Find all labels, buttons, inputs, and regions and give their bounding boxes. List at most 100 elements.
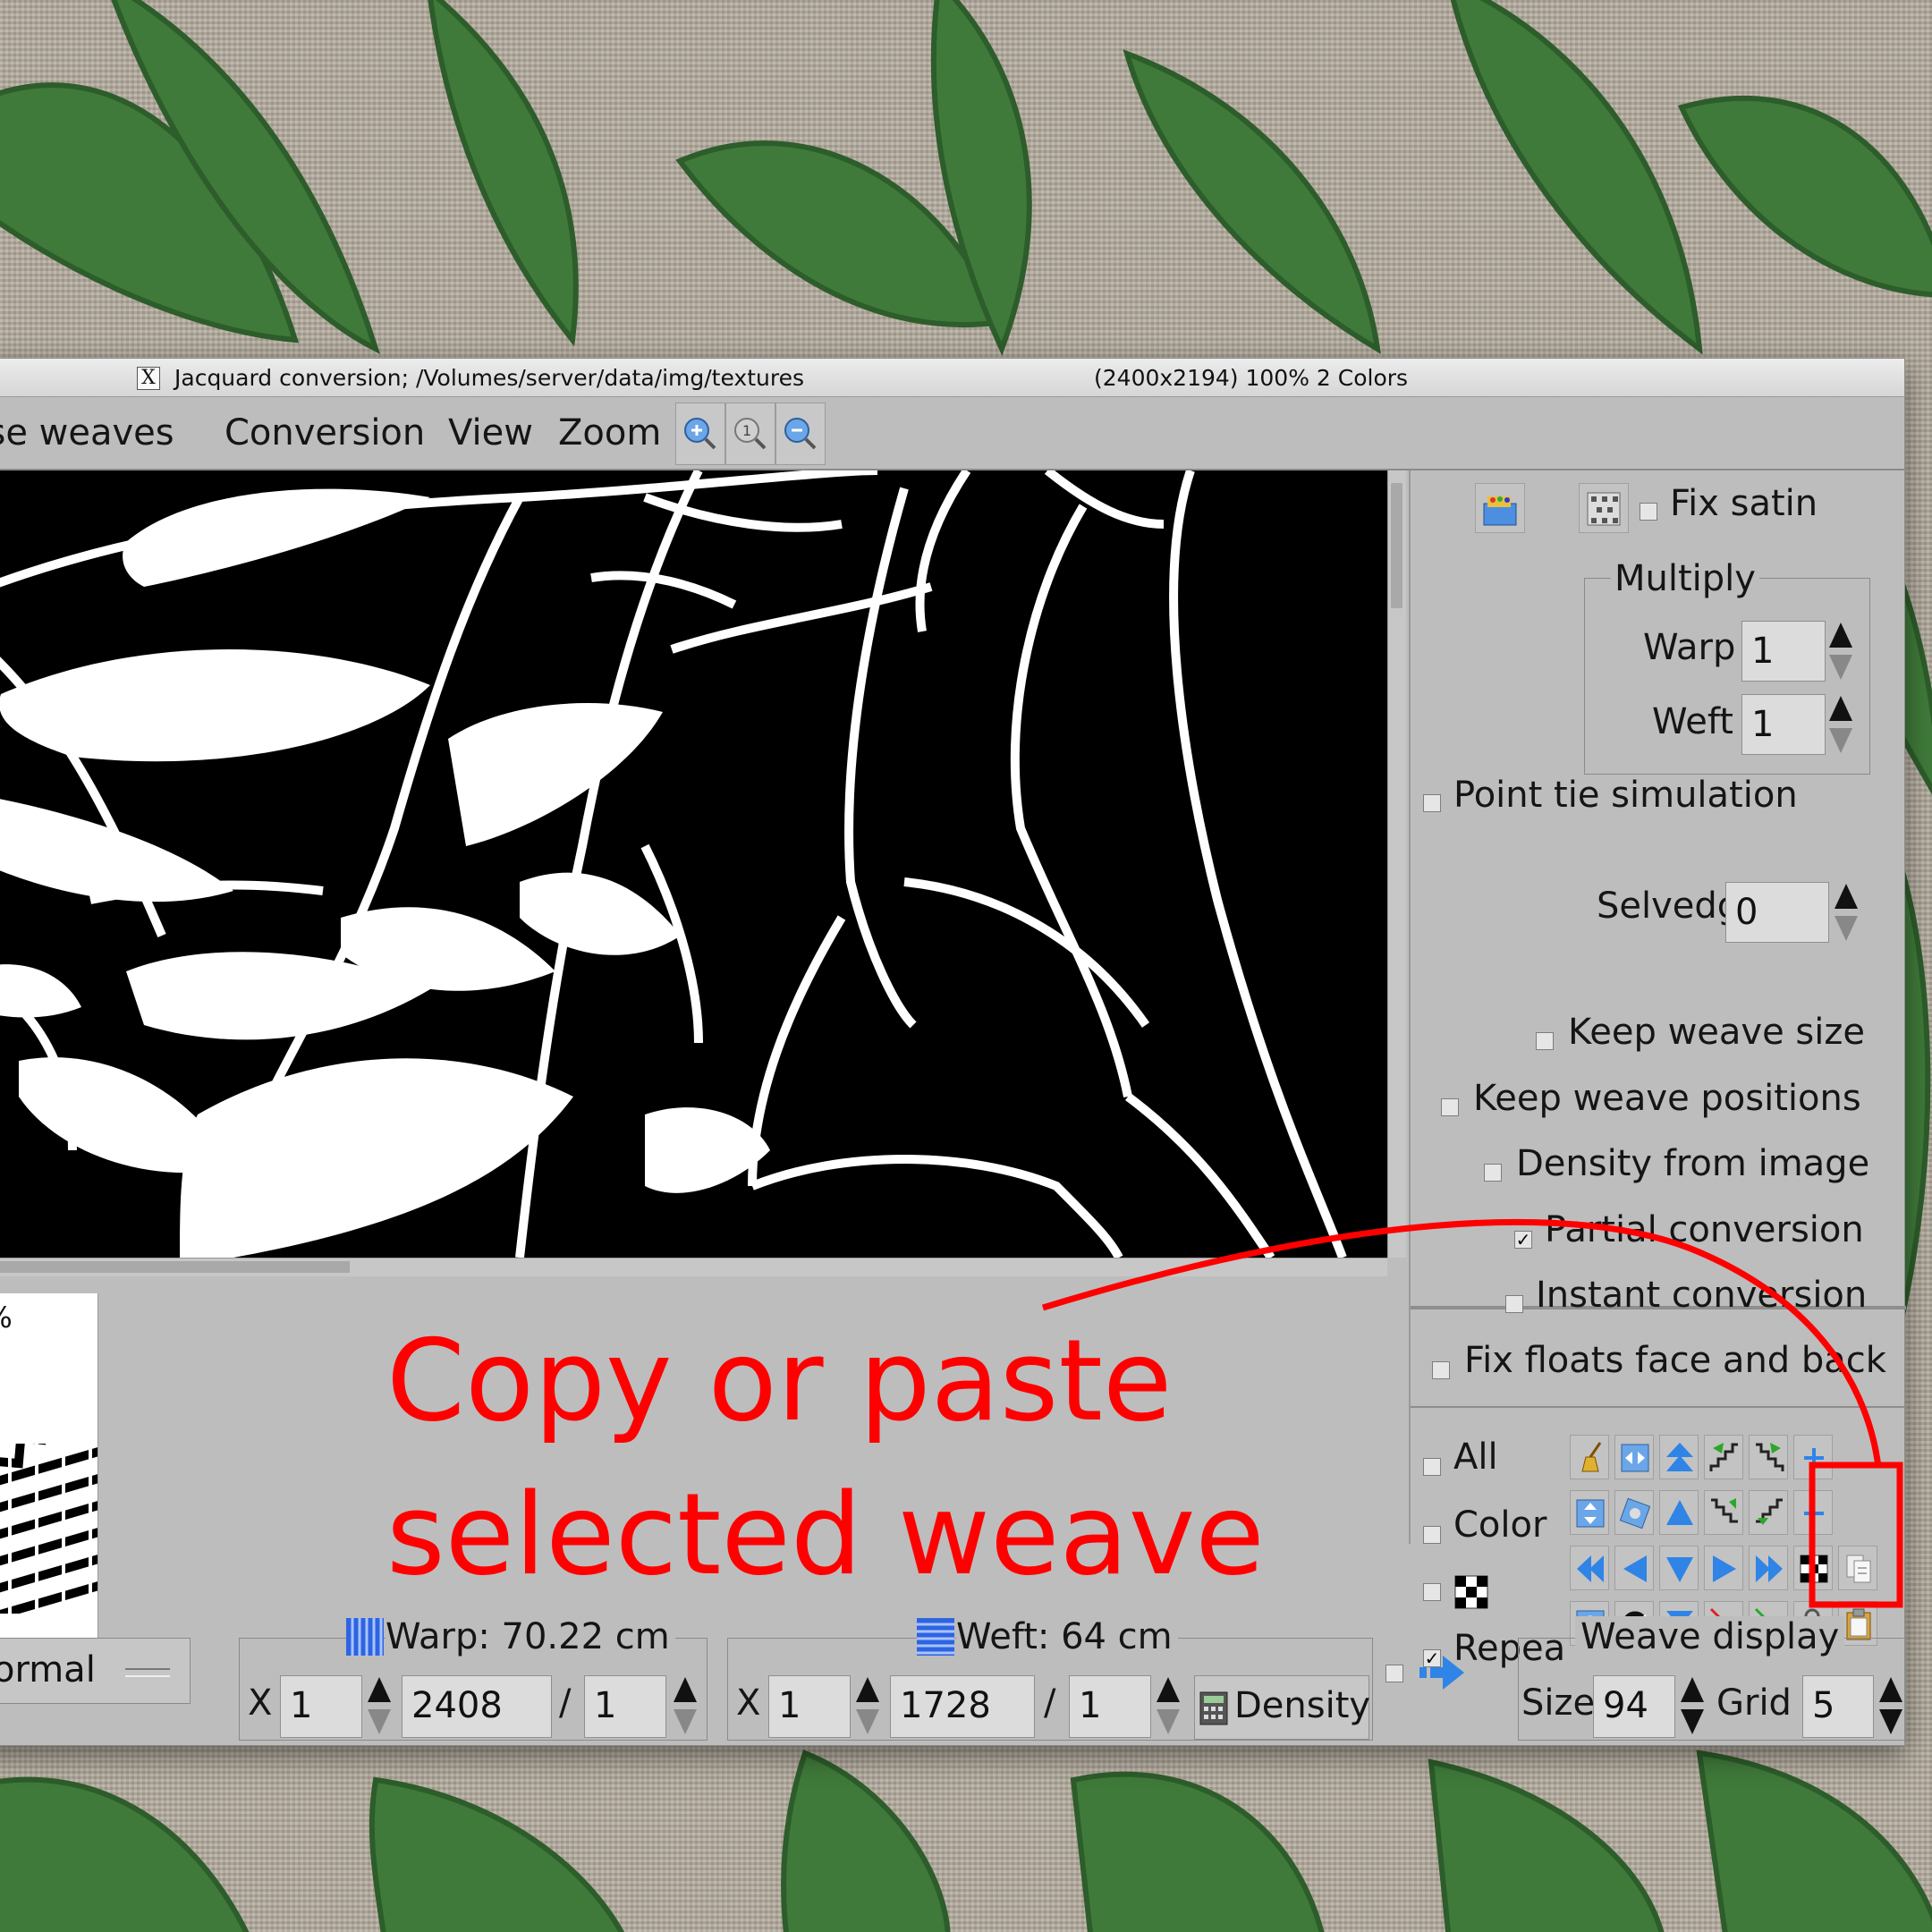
copy-weave-button[interactable] — [1838, 1546, 1877, 1590]
density-button[interactable]: Density — [1194, 1675, 1370, 1740]
flip-vertical-icon — [1576, 1499, 1605, 1528]
partial-conversion-label: Partial conversion — [1545, 1209, 1864, 1250]
clear-weave-button[interactable] — [1570, 1435, 1609, 1479]
multiply-warp-input[interactable]: 1 — [1741, 621, 1826, 682]
apply-checkbox[interactable] — [1385, 1665, 1403, 1682]
warp-length-label: Warp: 70.22 cm — [386, 1616, 675, 1657]
diagonal-up-button[interactable] — [1749, 1490, 1788, 1535]
warp-divisor-input[interactable]: 1 — [584, 1675, 666, 1738]
canvas-vertical-scrollbar[interactable] — [1387, 470, 1406, 1258]
zoom-out-button[interactable] — [775, 402, 826, 465]
preview-percent: 0% — [0, 1301, 13, 1335]
folder-icon — [1483, 496, 1517, 526]
keep-weave-size-label: Keep weave size — [1568, 1012, 1865, 1053]
warp-x-stepper[interactable] — [366, 1674, 393, 1738]
design-canvas[interactable] — [0, 470, 1387, 1258]
stair-up-button[interactable] — [1704, 1435, 1743, 1479]
diagonal-down-button[interactable] — [1704, 1490, 1743, 1535]
keep-weave-positions-checkbox[interactable] — [1441, 1098, 1459, 1116]
rotate-weave-button[interactable] — [1614, 1490, 1654, 1535]
weft-x-input[interactable]: 1 — [768, 1675, 851, 1738]
shift-right-button[interactable] — [1704, 1546, 1743, 1590]
vertical-scroll-thumb[interactable] — [1391, 483, 1402, 608]
shift-left-fast-button[interactable] — [1570, 1546, 1609, 1590]
menu-choose-weaves[interactable]: ose weaves — [0, 412, 174, 453]
minus-icon — [1804, 1512, 1824, 1515]
shift-up-fast-button[interactable] — [1659, 1435, 1699, 1479]
warp-x-input[interactable]: 1 — [280, 1675, 362, 1738]
double-arrow-up-icon — [1666, 1443, 1693, 1471]
keep-weave-size-checkbox[interactable] — [1536, 1032, 1554, 1050]
weave-size-input[interactable]: 94 — [1593, 1675, 1675, 1738]
paste-icon — [1846, 1608, 1871, 1640]
zigzag-weave-pattern — [0, 1444, 97, 1614]
weave-grid-button[interactable] — [1579, 483, 1629, 533]
select-handle — [125, 1668, 170, 1677]
zoom-reset-icon: 1 — [734, 418, 767, 450]
stair-left-icon — [1756, 1443, 1784, 1471]
point-tie-simulation-checkbox[interactable] — [1423, 794, 1441, 812]
menu-zoom[interactable]: Zoom — [558, 412, 661, 453]
svg-text:1: 1 — [742, 422, 751, 439]
weft-threads-icon — [917, 1618, 954, 1656]
horizontal-scroll-thumb[interactable] — [0, 1261, 350, 1273]
blend-mode-select[interactable]: ormal — [0, 1638, 191, 1704]
menu-conversion[interactable]: Conversion — [225, 412, 425, 453]
weft-divisor-stepper[interactable] — [1155, 1674, 1182, 1738]
image-info: (2400x2194) 100% 2 Colors — [1094, 365, 1409, 391]
weave-grid-label: Grid — [1716, 1682, 1792, 1724]
shift-up-button[interactable] — [1659, 1490, 1699, 1535]
arrow-left-icon — [1623, 1555, 1647, 1582]
remove-button[interactable] — [1793, 1490, 1833, 1535]
all-checkbox[interactable] — [1423, 1458, 1441, 1476]
multiply-warp-stepper[interactable] — [1827, 619, 1854, 683]
menu-view[interactable]: View — [448, 412, 533, 453]
weave-preview[interactable]: 0% — [0, 1293, 98, 1651]
partial-conversion-checkbox[interactable]: ✓ — [1514, 1231, 1532, 1249]
stair-right-icon — [1709, 1443, 1738, 1471]
zoom-out-icon — [784, 418, 817, 450]
weave-grid-input[interactable]: 5 — [1802, 1675, 1874, 1738]
instant-conversion-checkbox[interactable] — [1505, 1295, 1523, 1313]
selvedge-stepper[interactable] — [1833, 880, 1860, 945]
zoom-in-button[interactable] — [675, 402, 725, 465]
weft-x-stepper[interactable] — [854, 1674, 881, 1738]
weave-grid-stepper[interactable] — [1877, 1674, 1904, 1738]
title-bar: X Jacquard conversion; /Volumes/server/d… — [0, 359, 1904, 397]
canvas-horizontal-scrollbar[interactable] — [0, 1258, 1387, 1276]
checker-pattern-icon — [1800, 1555, 1828, 1583]
multiply-weft-stepper[interactable] — [1827, 692, 1854, 757]
checker-checkbox[interactable] — [1423, 1583, 1441, 1601]
warp-divisor-stepper[interactable] — [672, 1674, 699, 1738]
color-checkbox[interactable] — [1423, 1526, 1441, 1544]
shift-right-fast-button[interactable] — [1749, 1546, 1788, 1590]
stair-down-button[interactable] — [1749, 1435, 1788, 1479]
stair-down-right-icon — [1711, 1498, 1738, 1523]
warp-count-input[interactable]: 2408 — [402, 1675, 552, 1738]
selvedge-input[interactable]: 0 — [1725, 882, 1829, 943]
shift-left-button[interactable] — [1614, 1546, 1654, 1590]
fix-satin-checkbox[interactable] — [1640, 503, 1657, 521]
open-weave-button[interactable] — [1475, 483, 1525, 533]
warp-slash: / — [559, 1682, 572, 1724]
shift-down-button[interactable] — [1659, 1546, 1699, 1590]
warp-x-label: X — [248, 1682, 273, 1724]
flip-vertical-button[interactable] — [1570, 1490, 1609, 1535]
weft-divisor-input[interactable]: 1 — [1069, 1675, 1151, 1738]
weft-slash: / — [1044, 1682, 1056, 1724]
stair-up-left-icon — [1756, 1498, 1783, 1525]
multiply-weft-input[interactable]: 1 — [1741, 694, 1826, 755]
apply-arrow-icon[interactable] — [1418, 1652, 1466, 1693]
flip-horizontal-button[interactable] — [1614, 1435, 1654, 1479]
keep-weave-positions-label: Keep weave positions — [1473, 1078, 1861, 1119]
weft-x-label: X — [736, 1682, 761, 1724]
weave-size-stepper[interactable] — [1679, 1674, 1706, 1738]
menu-bar: ose weaves Conversion View Zoom 1 — [0, 397, 1904, 470]
weft-count-input[interactable]: 1728 — [890, 1675, 1035, 1738]
checker-pattern-button[interactable] — [1793, 1546, 1833, 1590]
density-from-image-checkbox[interactable] — [1484, 1164, 1502, 1182]
arrow-down-icon — [1666, 1557, 1693, 1582]
zoom-reset-button[interactable]: 1 — [725, 402, 775, 465]
add-button[interactable] — [1793, 1435, 1833, 1479]
calculator-icon — [1199, 1691, 1228, 1725]
